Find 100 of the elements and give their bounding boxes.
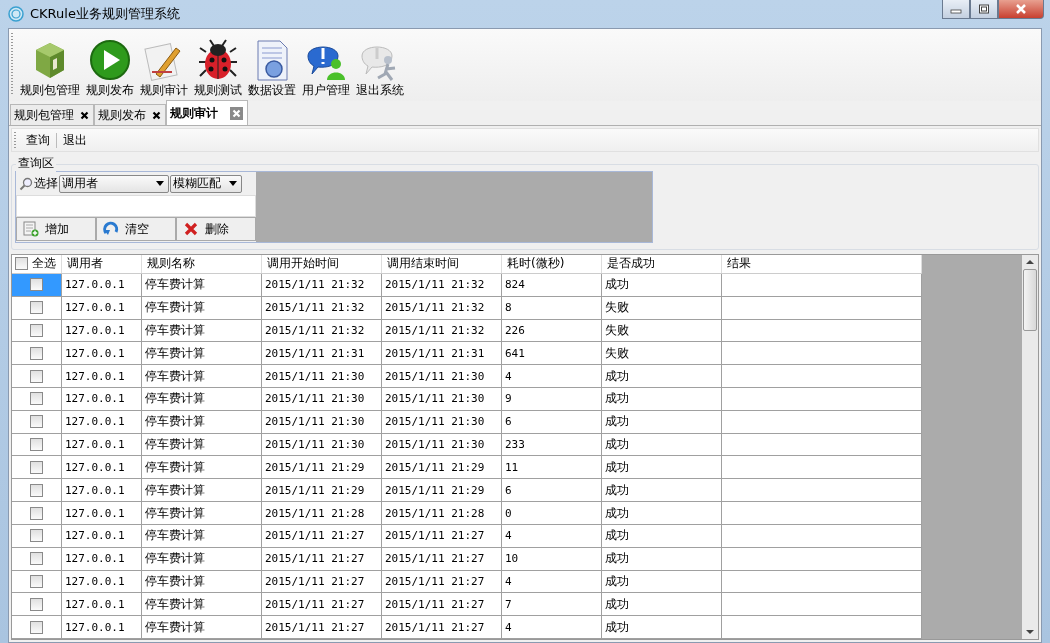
table-cell: 2015/1/11 21:28 (262, 502, 382, 525)
refresh-icon (103, 221, 119, 237)
toolbar-button[interactable]: 规则测试 (191, 38, 245, 99)
table-cell: 2015/1/11 21:32 (382, 296, 502, 320)
table-cell: 127.0.0.1 (62, 410, 142, 434)
close-button[interactable] (998, 0, 1044, 19)
dropdown-arrow-icon (229, 181, 237, 186)
field-dropdown[interactable]: 调用者 (59, 174, 169, 193)
table-cell: 停车费计算 (142, 296, 262, 320)
table-cell: 停车费计算 (142, 616, 262, 640)
toolbar-button[interactable]: 数据设置 (245, 38, 299, 99)
table-cell: 8 (502, 296, 602, 320)
row-checkbox-cell[interactable] (12, 388, 62, 411)
table-cell: 停车费计算 (142, 342, 262, 366)
table-cell: 127.0.0.1 (62, 616, 142, 640)
column-header[interactable]: 是否成功 (602, 255, 722, 273)
delete-button[interactable]: 删除 (176, 217, 256, 241)
query-input-field[interactable] (16, 195, 256, 217)
select-all-checkbox[interactable]: 全选 (12, 255, 62, 273)
table-cell: 2015/1/11 21:30 (262, 388, 382, 411)
ladybug-icon (196, 38, 240, 82)
table-cell: 127.0.0.1 (62, 502, 142, 525)
table-cell: 127.0.0.1 (62, 433, 142, 457)
table-cell: 4 (502, 570, 602, 594)
table-cell: 成功 (602, 547, 722, 571)
table-cell: 2015/1/11 21:31 (262, 342, 382, 366)
table-cell: 9 (502, 388, 602, 411)
row-checkbox-cell[interactable] (12, 410, 62, 434)
table-cell: 4 (502, 365, 602, 388)
document-tab[interactable]: 规则审计 (166, 100, 248, 125)
table-cell: 2015/1/11 21:30 (382, 410, 502, 434)
toolbar-button[interactable]: 用户管理 (299, 38, 353, 99)
row-checkbox-cell[interactable] (12, 273, 62, 297)
table-cell: 2015/1/11 21:27 (382, 570, 502, 594)
table-cell: 2015/1/11 21:29 (262, 456, 382, 480)
table-cell: 127.0.0.1 (62, 273, 142, 297)
table-cell: 2015/1/11 21:27 (262, 547, 382, 571)
row-checkbox-cell[interactable] (12, 342, 62, 366)
column-header[interactable]: 结果 (722, 255, 922, 273)
row-checkbox-cell[interactable] (12, 479, 62, 503)
table-cell: 0 (502, 502, 602, 525)
table-cell: 停车费计算 (142, 502, 262, 525)
table-cell: 2015/1/11 21:30 (262, 365, 382, 388)
toolbar-button[interactable]: 规则审计 (137, 38, 191, 99)
table-cell: 233 (502, 433, 602, 457)
row-checkbox-cell[interactable] (12, 319, 62, 343)
table-cell: 2015/1/11 21:29 (382, 456, 502, 480)
table-cell: 2015/1/11 21:30 (262, 433, 382, 457)
table-cell: 6 (502, 410, 602, 434)
scrollbar-thumb[interactable] (1023, 269, 1037, 331)
row-checkbox-cell[interactable] (12, 296, 62, 320)
table-cell: 226 (502, 319, 602, 343)
toolbar-button[interactable]: 退出系统 (353, 38, 407, 99)
toolbar-button[interactable]: 规则发布 (83, 38, 137, 99)
table-cell: 停车费计算 (142, 433, 262, 457)
table-cell: 2015/1/11 21:30 (382, 388, 502, 411)
row-checkbox-cell[interactable] (12, 547, 62, 571)
menu-command[interactable]: 查询 (22, 131, 54, 149)
table-cell: 7 (502, 593, 602, 617)
row-checkbox-cell[interactable] (12, 593, 62, 617)
match-dropdown[interactable]: 模糊匹配 (170, 174, 242, 193)
row-checkbox-cell[interactable] (12, 456, 62, 480)
column-header[interactable]: 调用开始时间 (262, 255, 382, 273)
row-checkbox-cell[interactable] (12, 502, 62, 525)
table-cell: 11 (502, 456, 602, 480)
clear-button[interactable]: 清空 (96, 217, 176, 241)
table-cell: 127.0.0.1 (62, 319, 142, 343)
table-cell: 2015/1/11 21:30 (382, 433, 502, 457)
maximize-button[interactable] (970, 0, 998, 19)
column-header[interactable]: 耗时(微秒) (502, 255, 602, 273)
toolbar-button[interactable]: 规则包管理 (17, 38, 83, 99)
row-checkbox-cell[interactable] (12, 365, 62, 388)
search-icon (19, 176, 33, 191)
table-cell: 2015/1/11 21:27 (382, 593, 502, 617)
column-header[interactable]: 规则名称 (142, 255, 262, 273)
add-button[interactable]: 增加 (16, 217, 96, 241)
table-cell: 停车费计算 (142, 319, 262, 343)
group-title: 查询区 (16, 155, 56, 172)
table-cell: 失败 (602, 342, 722, 366)
row-checkbox-cell[interactable] (12, 570, 62, 594)
table-cell: 2015/1/11 21:27 (262, 593, 382, 617)
document-tab[interactable]: 规则发布 (94, 104, 166, 125)
column-header[interactable]: 调用者 (62, 255, 142, 273)
column-header[interactable]: 调用结束时间 (382, 255, 502, 273)
table-cell: 成功 (602, 502, 722, 525)
row-checkbox-cell[interactable] (12, 616, 62, 640)
table-cell: 6 (502, 479, 602, 503)
table-cell: 2015/1/11 21:29 (262, 479, 382, 503)
table-cell: 停车费计算 (142, 547, 262, 571)
table-cell: 127.0.0.1 (62, 365, 142, 388)
table-cell: 2015/1/11 21:27 (262, 570, 382, 594)
menu-command[interactable]: 退出 (59, 131, 91, 149)
document-tab[interactable]: 规则包管理 (10, 104, 94, 125)
row-checkbox-cell[interactable] (12, 524, 62, 548)
minimize-button[interactable] (942, 0, 970, 19)
table-cell: 2015/1/11 21:32 (262, 319, 382, 343)
table-cell: 2015/1/11 21:32 (382, 273, 502, 297)
table-cell: 2015/1/11 21:27 (382, 547, 502, 571)
row-checkbox-cell[interactable] (12, 433, 62, 457)
close-icon (1015, 4, 1027, 14)
